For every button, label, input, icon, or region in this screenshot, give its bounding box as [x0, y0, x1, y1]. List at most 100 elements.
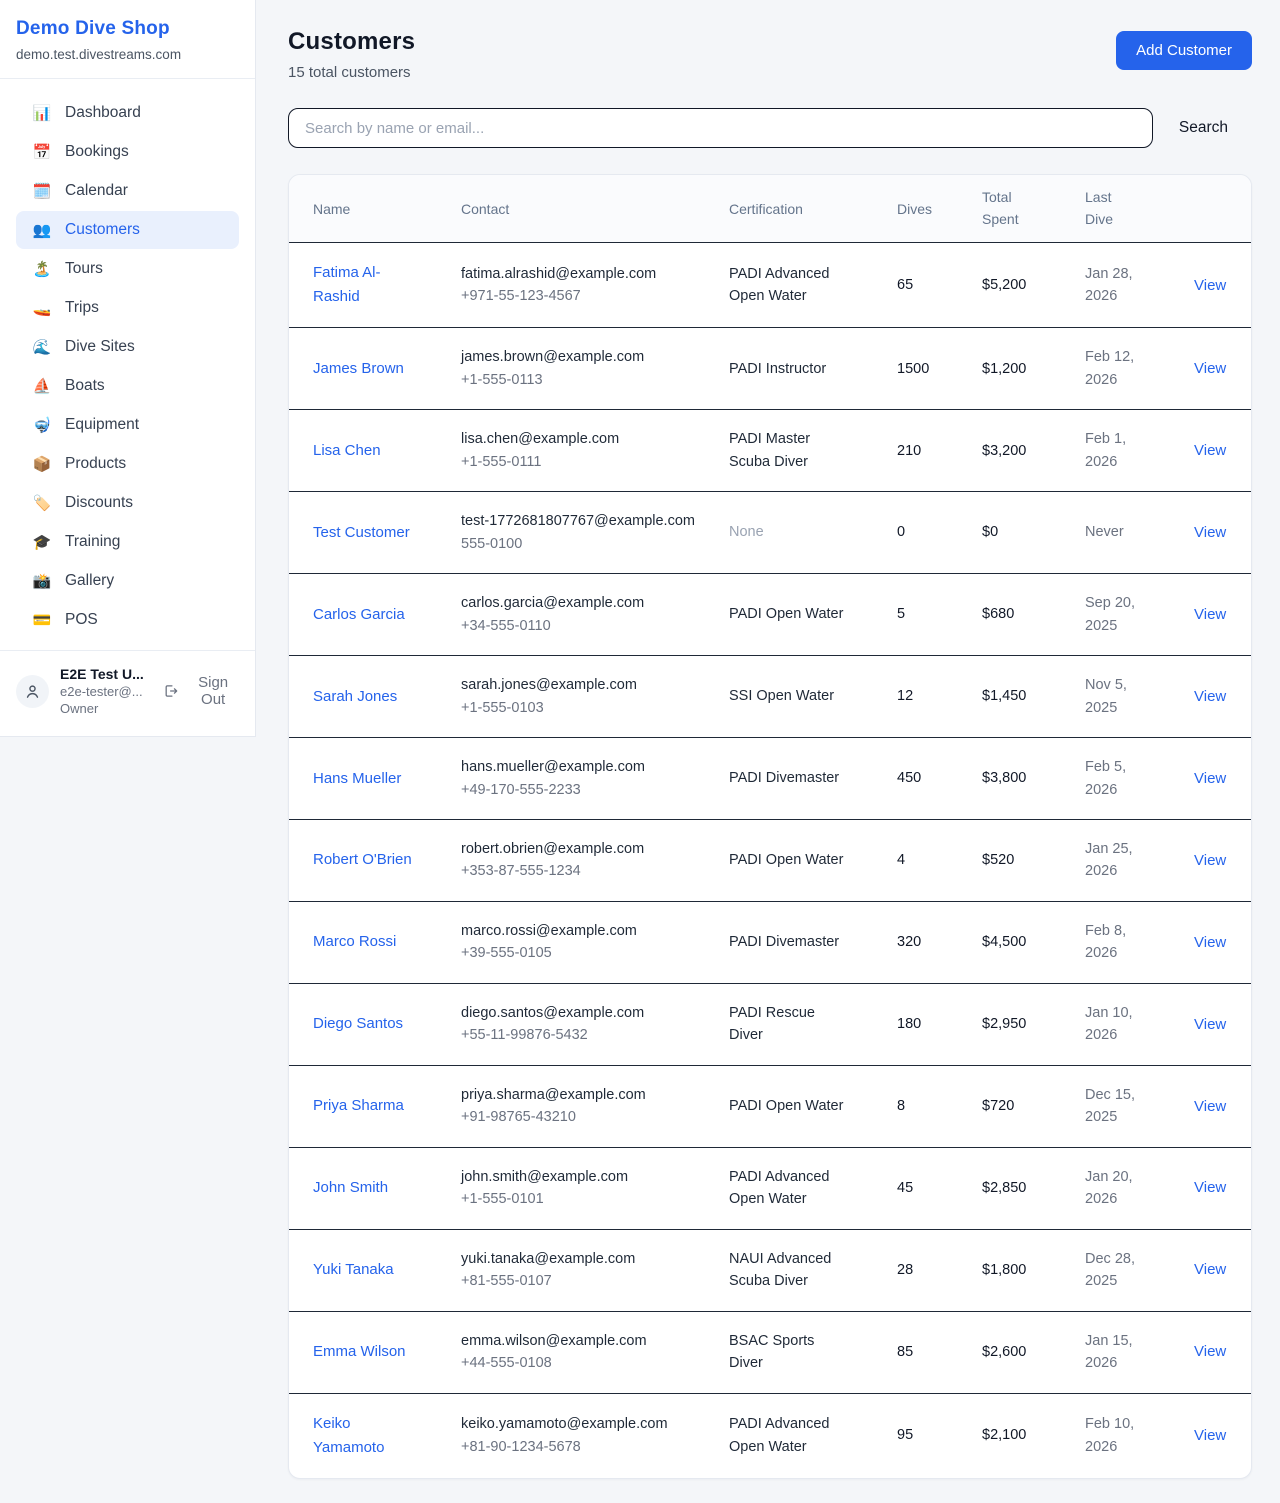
sidebar-item-pos[interactable]: 💳 POS — [16, 601, 239, 639]
user-name: E2E Test U... — [60, 666, 152, 682]
customer-last-dive: Jan 25, 2026 — [1085, 838, 1149, 883]
sidebar-item-trips[interactable]: 🚤 Trips — [16, 289, 239, 327]
customer-email: robert.obrien@example.com — [461, 838, 705, 860]
view-link[interactable]: View — [1194, 1098, 1226, 1115]
customer-name-link[interactable]: Emma Wilson — [313, 1340, 406, 1364]
view-link[interactable]: View — [1194, 606, 1226, 623]
cell-contact: john.smith@example.com +1-555-0101 — [449, 1147, 717, 1229]
customer-last-dive: Jan 28, 2026 — [1085, 263, 1149, 308]
cell-certification: PADI Rescue Diver — [717, 983, 885, 1065]
customer-name-link[interactable]: Priya Sharma — [313, 1094, 404, 1118]
sidebar-item-dive-sites[interactable]: 🌊 Dive Sites — [16, 328, 239, 366]
cell-name: Robert O'Brien — [289, 820, 449, 902]
cell-total-spent: $3,800 — [970, 738, 1073, 820]
view-link[interactable]: View — [1194, 852, 1226, 869]
table-row: Yuki Tanaka yuki.tanaka@example.com +81-… — [289, 1229, 1252, 1311]
view-link[interactable]: View — [1194, 934, 1226, 951]
customer-name-link[interactable]: Carlos Garcia — [313, 603, 405, 627]
view-link[interactable]: View — [1194, 1261, 1226, 1278]
view-link[interactable]: View — [1194, 360, 1226, 377]
cell-last-dive: Feb 8, 2026 — [1073, 901, 1182, 983]
customer-total-spent: $4,500 — [982, 934, 1026, 950]
table-row: Carlos Garcia carlos.garcia@example.com … — [289, 574, 1252, 656]
customer-name-link[interactable]: James Brown — [313, 357, 404, 381]
cell-certification: PADI Advanced Open Water — [717, 1393, 885, 1478]
customer-email: emma.wilson@example.com — [461, 1330, 705, 1352]
sidebar-item-label: POS — [65, 611, 98, 629]
sidebar-item-label: Bookings — [65, 143, 129, 161]
search-button[interactable]: Search — [1153, 119, 1252, 137]
customer-name-link[interactable]: Yuki Tanaka — [313, 1258, 394, 1282]
search-input[interactable] — [288, 108, 1153, 148]
sidebar-item-calendar[interactable]: 🗓️ Calendar — [16, 172, 239, 210]
cell-dives: 12 — [885, 656, 970, 738]
cell-contact: robert.obrien@example.com +353-87-555-12… — [449, 820, 717, 902]
customer-certification: PADI Instructor — [729, 358, 826, 380]
sidebar-item-bookings[interactable]: 📅 Bookings — [16, 133, 239, 171]
customer-email: carlos.garcia@example.com — [461, 592, 705, 614]
cell-action: View — [1182, 328, 1252, 410]
view-link[interactable]: View — [1194, 442, 1226, 459]
cell-name: John Smith — [289, 1147, 449, 1229]
cell-contact: test-1772681807767@example.com 555-0100 — [449, 492, 717, 574]
view-link[interactable]: View — [1194, 1427, 1226, 1444]
brand-name: Demo Dive Shop — [16, 18, 239, 40]
view-link[interactable]: View — [1194, 277, 1226, 294]
customer-name-link[interactable]: John Smith — [313, 1176, 388, 1200]
cell-action: View — [1182, 1229, 1252, 1311]
customer-name-link[interactable]: Test Customer — [313, 521, 410, 545]
customer-name-link[interactable]: Marco Rossi — [313, 930, 396, 954]
customer-name-link[interactable]: Fatima Al-Rashid — [313, 261, 417, 309]
cell-action: View — [1182, 1065, 1252, 1147]
customer-dives: 95 — [897, 1427, 913, 1443]
cell-dives: 0 — [885, 492, 970, 574]
sidebar-item-products[interactable]: 📦 Products — [16, 445, 239, 483]
customer-name-link[interactable]: Keiko Yamamoto — [313, 1412, 417, 1460]
view-link[interactable]: View — [1194, 1016, 1226, 1033]
trips-icon: 🚤 — [32, 299, 52, 317]
customer-email: keiko.yamamoto@example.com — [461, 1413, 705, 1435]
cell-dives: 45 — [885, 1147, 970, 1229]
customer-name-link[interactable]: Lisa Chen — [313, 439, 381, 463]
sidebar-item-boats[interactable]: ⛵ Boats — [16, 367, 239, 405]
cell-last-dive: Dec 28, 2025 — [1073, 1229, 1182, 1311]
view-link[interactable]: View — [1194, 688, 1226, 705]
add-customer-button[interactable]: Add Customer — [1116, 31, 1252, 70]
cell-action: View — [1182, 901, 1252, 983]
sidebar-item-label: Dive Sites — [65, 338, 135, 356]
sign-out-button[interactable]: Sign Out — [163, 674, 241, 708]
customer-dives: 320 — [897, 934, 921, 950]
customer-certification: PADI Divemaster — [729, 931, 839, 953]
main-content: Customers 15 total customers Add Custome… — [256, 0, 1280, 1503]
view-link[interactable]: View — [1194, 1343, 1226, 1360]
sidebar-item-gallery[interactable]: 📸 Gallery — [16, 562, 239, 600]
sidebar-item-tours[interactable]: 🏝️ Tours — [16, 250, 239, 288]
sidebar-item-training[interactable]: 🎓 Training — [16, 523, 239, 561]
cell-contact: keiko.yamamoto@example.com +81-90-1234-5… — [449, 1393, 717, 1478]
sidebar-item-discounts[interactable]: 🏷️ Discounts — [16, 484, 239, 522]
customer-certification: SSI Open Water — [729, 685, 834, 707]
sidebar-item-equipment[interactable]: 🤿 Equipment — [16, 406, 239, 444]
cell-last-dive: Feb 1, 2026 — [1073, 410, 1182, 492]
customer-dives: 8 — [897, 1098, 905, 1114]
sidebar-item-label: Gallery — [65, 572, 114, 590]
sidebar-item-dashboard[interactable]: 📊 Dashboard — [16, 94, 239, 132]
sidebar-item-label: Trips — [65, 299, 99, 317]
products-icon: 📦 — [32, 455, 52, 473]
customer-name-link[interactable]: Sarah Jones — [313, 685, 397, 709]
view-link[interactable]: View — [1194, 770, 1226, 787]
cell-contact: marco.rossi@example.com +39-555-0105 — [449, 901, 717, 983]
customer-name-link[interactable]: Robert O'Brien — [313, 848, 412, 872]
cell-name: Sarah Jones — [289, 656, 449, 738]
cell-last-dive: Sep 20, 2025 — [1073, 574, 1182, 656]
view-link[interactable]: View — [1194, 524, 1226, 541]
customer-name-link[interactable]: Hans Mueller — [313, 767, 401, 791]
cell-contact: lisa.chen@example.com +1-555-0111 — [449, 410, 717, 492]
cell-total-spent: $2,850 — [970, 1147, 1073, 1229]
customer-last-dive: Feb 8, 2026 — [1085, 920, 1149, 965]
training-icon: 🎓 — [32, 533, 52, 551]
cell-certification: PADI Open Water — [717, 574, 885, 656]
view-link[interactable]: View — [1194, 1179, 1226, 1196]
customer-name-link[interactable]: Diego Santos — [313, 1012, 403, 1036]
sidebar-item-customers[interactable]: 👥 Customers — [16, 211, 239, 249]
